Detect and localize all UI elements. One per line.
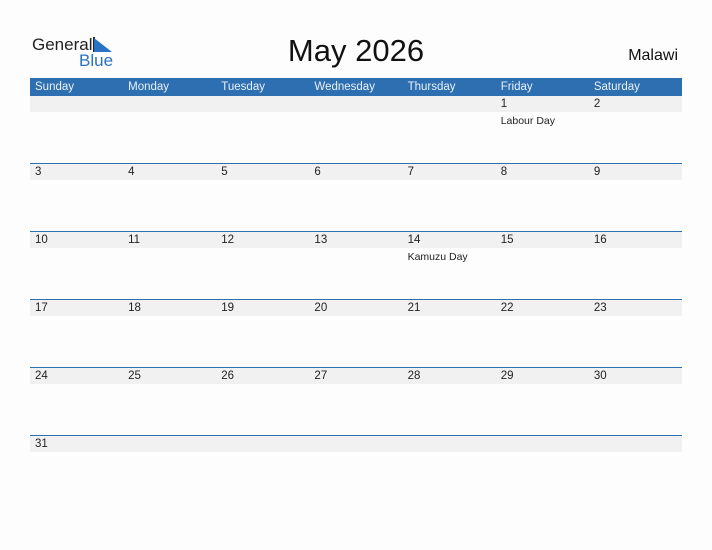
day-cell	[216, 436, 309, 503]
day-cell[interactable]: 6	[309, 164, 402, 231]
day-cell[interactable]: 16	[589, 232, 682, 299]
day-cell[interactable]: 31	[30, 436, 123, 503]
day-cell[interactable]: 29	[496, 368, 589, 435]
weekday-friday: Friday	[500, 81, 533, 93]
day-number: 28	[407, 370, 421, 382]
country-label: Malawi	[628, 47, 678, 64]
day-cell[interactable]: 9	[589, 164, 682, 231]
day-cell[interactable]: 14 Kamuzu Day	[403, 232, 496, 299]
day-cell[interactable]: 8	[496, 164, 589, 231]
day-number: 12	[221, 234, 235, 246]
day-number: 18	[128, 302, 141, 314]
day-cell[interactable]: 11	[123, 232, 216, 299]
holiday-label: Kamuzu Day	[407, 251, 468, 263]
day-cell[interactable]: 23	[589, 300, 682, 367]
day-cell[interactable]: 15	[496, 232, 589, 299]
day-number: 29	[500, 370, 514, 382]
week-row: 24 25 26 27 28 29 30	[30, 367, 682, 435]
day-number: 24	[35, 370, 48, 382]
day-number: 23	[593, 302, 607, 314]
week-row: 10 11 12 13 14 Kamuzu Day 15 16	[30, 231, 682, 299]
week-row: 17 18 19 20 21 22 23	[30, 299, 682, 367]
day-cell[interactable]: 4	[123, 164, 216, 231]
day-number: 17	[35, 302, 48, 314]
day-cell[interactable]: 28	[403, 368, 496, 435]
day-cell[interactable]: 13	[309, 232, 402, 299]
page-title: May 2026	[287, 33, 425, 68]
day-cell	[123, 96, 216, 163]
day-number: 21	[407, 302, 421, 314]
day-cell[interactable]: 3	[30, 164, 123, 231]
day-number: 19	[221, 302, 235, 314]
day-cell	[309, 96, 402, 163]
day-cell[interactable]: 20	[309, 300, 402, 367]
day-number: 27	[314, 370, 328, 382]
day-cell	[216, 96, 309, 163]
day-cell[interactable]: 5	[216, 164, 309, 231]
day-cell[interactable]: 18	[123, 300, 216, 367]
day-cell[interactable]: 2	[589, 96, 682, 163]
day-cell	[123, 436, 216, 503]
day-number: 1	[500, 98, 508, 110]
day-number: 2	[593, 98, 601, 110]
day-cell[interactable]: 12	[216, 232, 309, 299]
week-row: 31	[30, 435, 682, 503]
day-cell	[496, 436, 589, 503]
week-row: 1 Labour Day 2	[30, 96, 682, 163]
day-cell[interactable]: 26	[216, 368, 309, 435]
day-cell[interactable]: 7	[403, 164, 496, 231]
day-number: 4	[128, 166, 135, 178]
day-number: 20	[314, 302, 328, 314]
day-number: 10	[35, 234, 48, 246]
weekday-tuesday: Tuesday	[221, 81, 265, 93]
day-cell[interactable]: 24	[30, 368, 123, 435]
day-cell[interactable]: 30	[589, 368, 682, 435]
day-number: 6	[314, 166, 321, 178]
day-number: 14	[407, 234, 421, 246]
weekday-saturday: Saturday	[593, 81, 640, 93]
day-number: 15	[500, 234, 514, 246]
weekday-thursday: Thursday	[407, 81, 456, 93]
week-row: 3 4 5 6 7 8 9	[30, 163, 682, 231]
day-cell[interactable]: 10	[30, 232, 123, 299]
day-cell	[403, 436, 496, 503]
weekday-sunday: Sunday	[35, 81, 75, 93]
day-cell	[589, 436, 682, 503]
day-cell[interactable]: 1 Labour Day	[496, 96, 589, 163]
day-number: 22	[500, 302, 514, 314]
weekday-monday: Monday	[128, 81, 170, 93]
weekday-wednesday: Wednesday	[314, 81, 375, 93]
day-number: 31	[35, 438, 48, 450]
weekday-header: Sunday Monday Tuesday Wednesday Thursday Frid…	[30, 78, 682, 96]
day-cell[interactable]: 25	[123, 368, 216, 435]
day-number: 30	[593, 370, 607, 382]
day-number: 26	[221, 370, 235, 382]
day-number: 25	[128, 370, 141, 382]
day-number: 11	[128, 234, 141, 246]
day-number: 9	[593, 166, 601, 178]
day-cell[interactable]: 19	[216, 300, 309, 367]
day-number: 13	[314, 234, 328, 246]
day-cell[interactable]: 27	[309, 368, 402, 435]
day-number: 3	[35, 166, 42, 178]
day-cell[interactable]: 17	[30, 300, 123, 367]
day-cell	[309, 436, 402, 503]
day-number: 16	[593, 234, 607, 246]
day-number: 7	[407, 166, 414, 178]
day-number: 5	[221, 166, 228, 178]
day-cell	[30, 96, 123, 163]
holiday-label: Labour Day	[500, 115, 555, 127]
day-cell[interactable]: 21	[403, 300, 496, 367]
day-cell	[403, 96, 496, 163]
day-cell[interactable]: 22	[496, 300, 589, 367]
day-number: 8	[500, 166, 508, 178]
calendar-grid: Sunday Monday Tuesday Wednesday Thursday Frid…	[30, 78, 682, 503]
